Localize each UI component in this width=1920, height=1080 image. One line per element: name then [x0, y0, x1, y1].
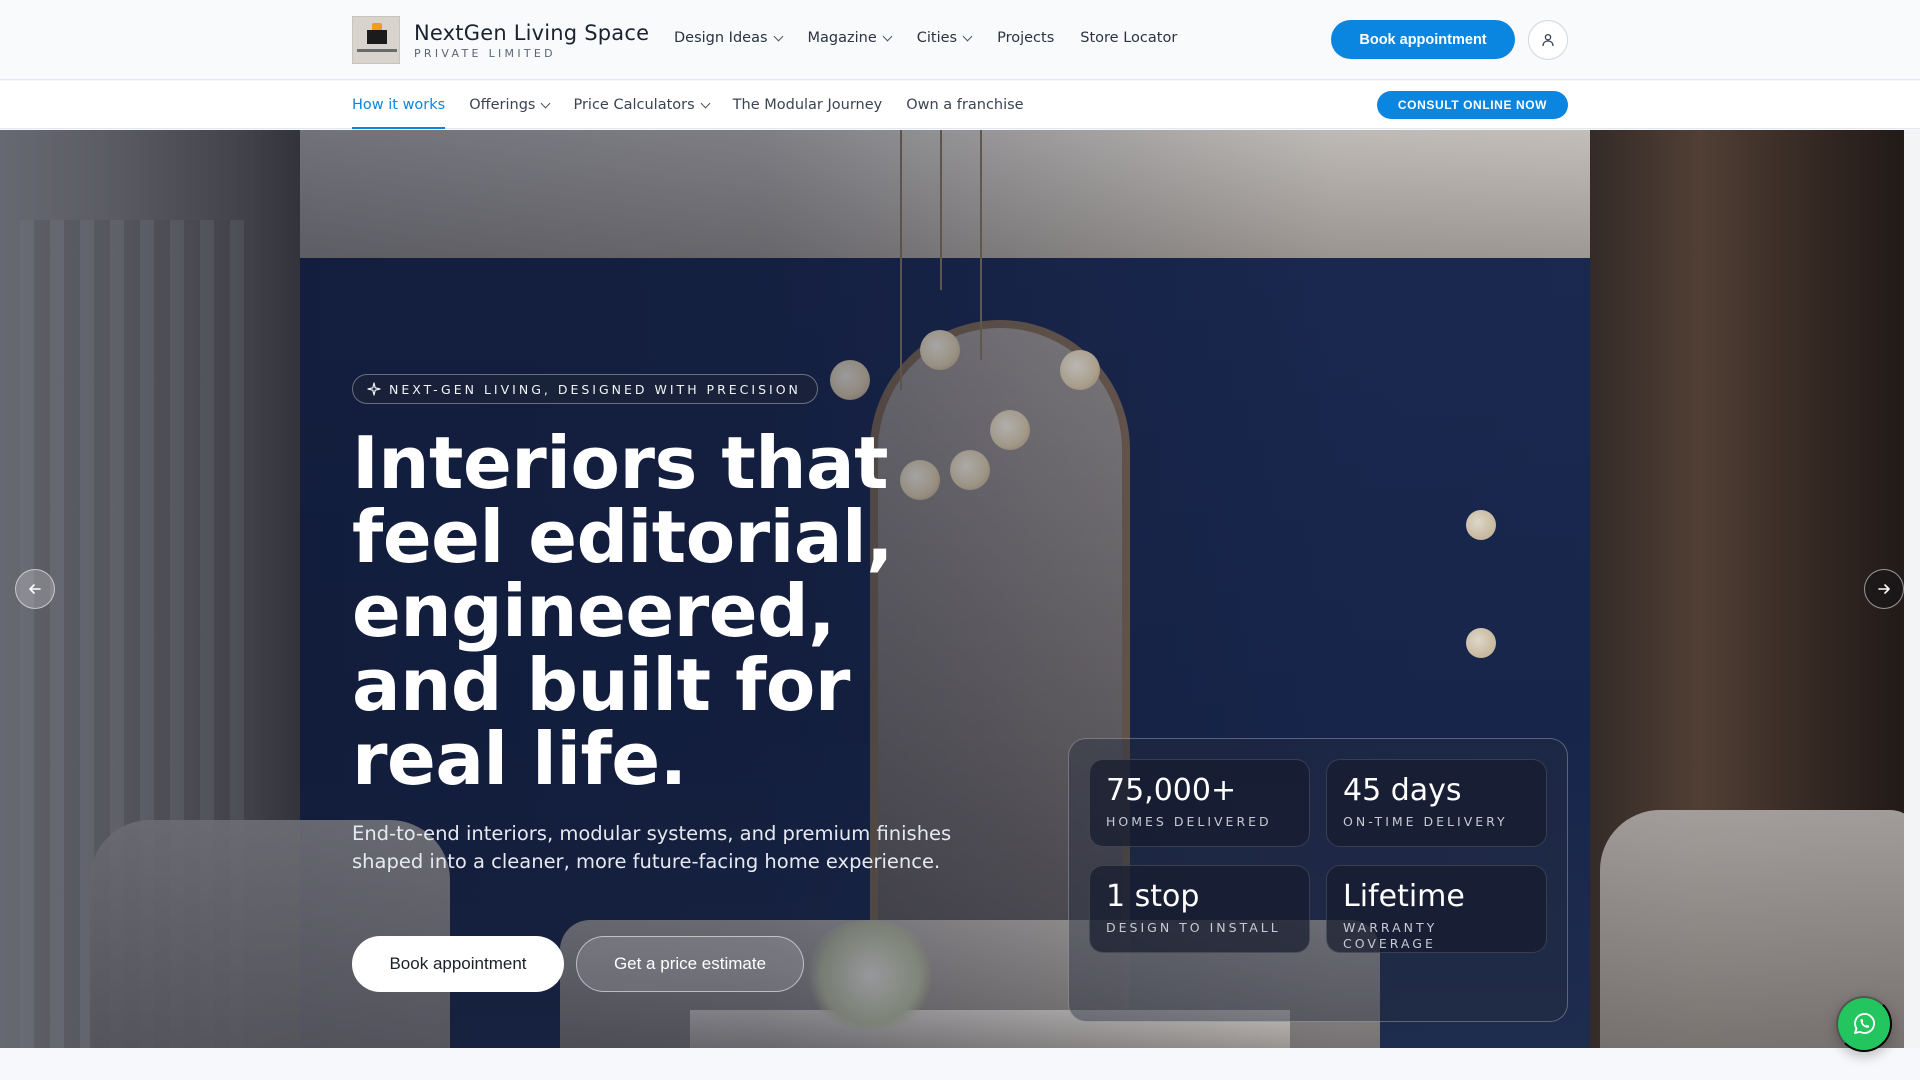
stat-card: Lifetime WARRANTY COVERAGE — [1326, 865, 1547, 953]
chevron-down-icon — [962, 31, 973, 41]
stat-value: Lifetime — [1343, 879, 1465, 914]
subnav-modular-journey[interactable]: The Modular Journey — [733, 81, 883, 129]
stat-label: DESIGN TO INSTALL — [1106, 920, 1281, 935]
nav-label: Store Locator — [1080, 30, 1178, 46]
hero-subcopy: End-to-end interiors, modular systems, a… — [352, 822, 952, 873]
sub-nav: How it works Offerings Price Calculators… — [352, 81, 1024, 129]
stat-label: HOMES DELIVERED — [1106, 814, 1272, 829]
chevron-down-icon — [773, 31, 783, 41]
subnav-label: Price Calculators — [573, 97, 695, 113]
brand-logo — [352, 16, 400, 64]
sub-header: How it works Offerings Price Calculators… — [0, 81, 1920, 129]
whatsapp-icon — [1854, 1013, 1875, 1034]
stat-card: 75,000+ HOMES DELIVERED — [1089, 759, 1310, 847]
nav-label: Magazine — [807, 30, 877, 46]
brand[interactable]: NextGen Living Space PRIVATE LIMITED — [352, 16, 649, 64]
stat-value: 75,000+ — [1106, 773, 1237, 808]
subnav-offerings[interactable]: Offerings — [469, 81, 551, 129]
chevron-down-icon — [882, 31, 893, 41]
subnav-franchise[interactable]: Own a franchise — [906, 81, 1023, 129]
hero-price-estimate-button[interactable]: Get a price estimate — [576, 936, 804, 992]
hero-book-appointment-button[interactable]: Book appointment — [352, 936, 564, 992]
stat-card: 45 days ON-TIME DELIVERY — [1326, 759, 1547, 847]
stat-label: ON-TIME DELIVERY — [1343, 814, 1508, 829]
whatsapp-chat-button[interactable] — [1836, 996, 1892, 1052]
consult-online-button[interactable]: CONSULT ONLINE NOW — [1377, 91, 1568, 119]
page-scrollbar[interactable] — [1904, 130, 1920, 1048]
stats-panel: 75,000+ HOMES DELIVERED 45 days ON-TIME … — [1068, 738, 1568, 1022]
user-icon — [1542, 33, 1554, 47]
next-section-edge — [0, 1048, 1920, 1080]
top-header: NextGen Living Space PRIVATE LIMITED Des… — [0, 0, 1920, 80]
stat-value: 1 stop — [1106, 879, 1200, 914]
book-appointment-button[interactable]: Book appointment — [1331, 20, 1515, 59]
carousel-prev-button[interactable] — [15, 569, 55, 609]
account-button[interactable] — [1528, 20, 1568, 60]
subnav-label: The Modular Journey — [732, 97, 883, 113]
main-nav: Design Ideas Magazine Cities Projects St… — [674, 30, 1177, 46]
nav-magazine[interactable]: Magazine — [807, 30, 893, 46]
nav-label: Design Ideas — [674, 30, 768, 46]
sparkle-icon — [367, 382, 381, 396]
stat-value: 45 days — [1343, 773, 1462, 808]
nav-cities[interactable]: Cities — [916, 30, 973, 46]
nav-store-locator[interactable]: Store Locator — [1080, 30, 1177, 46]
subnav-how-it-works[interactable]: How it works — [352, 81, 446, 129]
subnav-price-calculators[interactable]: Price Calculators — [573, 81, 711, 129]
arrow-right-icon — [1878, 584, 1890, 594]
arrow-left-icon — [29, 584, 41, 594]
hero-headline: Interiors that feel editorial, engineere… — [352, 421, 893, 801]
nav-projects[interactable]: Projects — [997, 30, 1054, 46]
chevron-down-icon — [700, 98, 711, 108]
hero-section: NEXT-GEN LIVING, DESIGNED WITH PRECISION… — [0, 130, 1904, 1048]
hero-badge-text: NEXT-GEN LIVING, DESIGNED WITH PRECISION — [389, 381, 801, 397]
brand-name: NextGen Living Space — [414, 20, 650, 45]
stat-label: WARRANTY COVERAGE — [1343, 920, 1438, 951]
nav-label: Cities — [916, 30, 958, 46]
stat-card: 1 stop DESIGN TO INSTALL — [1089, 865, 1310, 953]
nav-label: Projects — [997, 30, 1055, 46]
carousel-next-button[interactable] — [1864, 569, 1904, 609]
subnav-label: How it works — [352, 97, 446, 113]
subnav-label: Own a franchise — [906, 97, 1024, 113]
brand-subtitle: PRIVATE LIMITED — [414, 46, 556, 60]
subnav-label: Offerings — [469, 97, 536, 113]
nav-design-ideas[interactable]: Design Ideas — [674, 30, 783, 46]
chevron-down-icon — [541, 98, 551, 108]
hero-badge: NEXT-GEN LIVING, DESIGNED WITH PRECISION — [352, 374, 818, 404]
